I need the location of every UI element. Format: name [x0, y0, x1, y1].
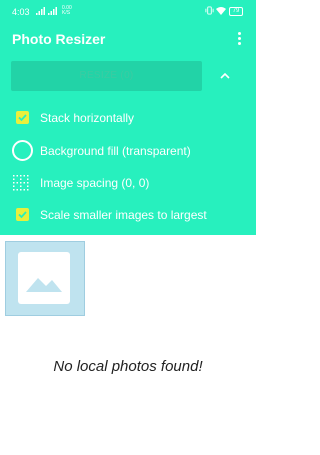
- circle-icon[interactable]: [12, 140, 33, 161]
- option-label: Image spacing (0, 0): [40, 176, 150, 190]
- option-label: Stack horizontally: [40, 111, 135, 125]
- network-speed-unit: K/S: [62, 10, 71, 16]
- dotted-grid-icon[interactable]: [12, 174, 32, 192]
- status-bar: 4:03 0.00 K/S 79: [0, 0, 256, 22]
- checkbox-checked-icon[interactable]: [12, 109, 32, 127]
- signal-icon: [36, 7, 45, 15]
- status-time: 4:03: [12, 7, 30, 17]
- option-background-fill[interactable]: Background fill (transparent): [0, 138, 256, 164]
- image-placeholder-icon: [18, 252, 70, 304]
- option-stack-horizontally[interactable]: Stack horizontally: [0, 105, 256, 131]
- option-label: Background fill (transparent): [40, 144, 191, 158]
- image-placeholder-thumbnail[interactable]: [5, 241, 85, 316]
- option-scale-smaller-images[interactable]: Scale smaller images to largest: [0, 202, 256, 228]
- vibrate-icon: [205, 6, 214, 15]
- network-speed: 0.00 K/S: [62, 6, 72, 16]
- wifi-icon: [216, 7, 226, 15]
- signal-icon: [48, 7, 57, 15]
- chevron-up-icon[interactable]: [217, 68, 233, 84]
- option-label: Scale smaller images to largest: [40, 208, 207, 222]
- option-image-spacing[interactable]: Image spacing (0, 0): [0, 170, 256, 196]
- more-vert-icon[interactable]: [234, 31, 246, 47]
- resize-button[interactable]: RESIZE (0): [11, 61, 202, 91]
- header-panel: 4:03 0.00 K/S 79 Photo Resizer RESIZE (0…: [0, 0, 256, 235]
- checkbox-checked-icon[interactable]: [12, 206, 32, 224]
- battery-icon: 79: [229, 7, 243, 16]
- app-title: Photo Resizer: [12, 31, 106, 47]
- empty-state-message: No local photos found!: [53, 358, 203, 375]
